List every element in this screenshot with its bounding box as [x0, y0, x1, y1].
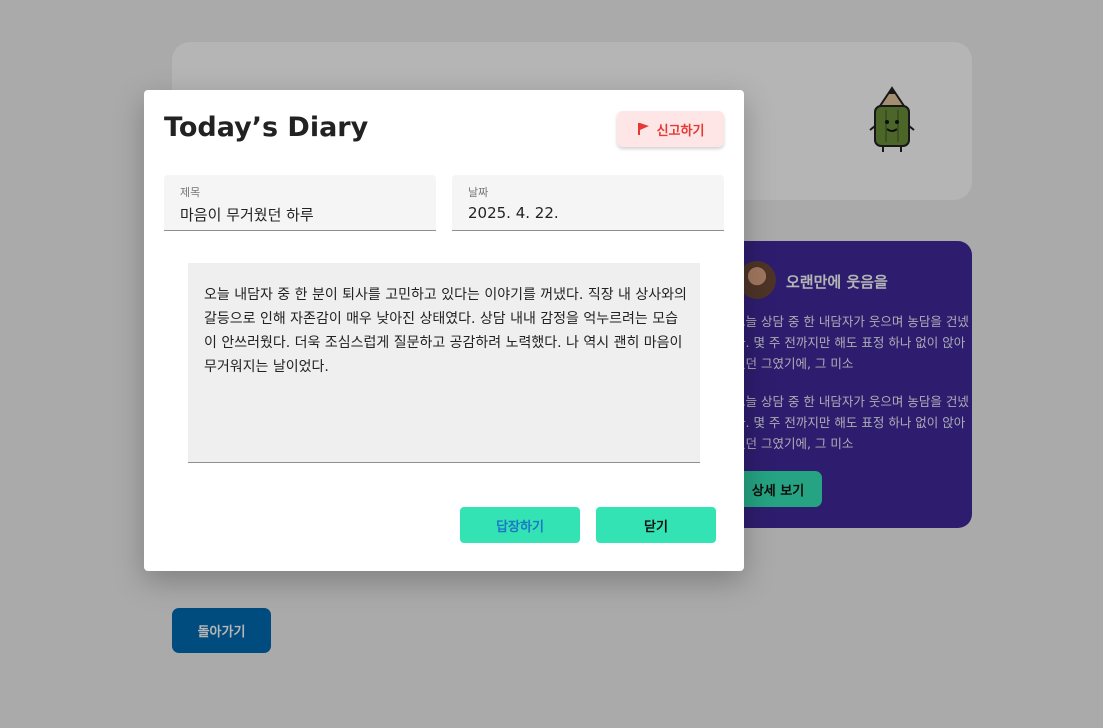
diary-content-text: 오늘 내담자 중 한 분이 퇴사를 고민하고 있다는 이야기를 꺼냈다. 직장 … — [204, 287, 687, 375]
title-field[interactable]: 제목 마음이 무거웠던 하루 — [164, 175, 436, 231]
date-field-value: 2025. 4. 22. — [468, 204, 559, 222]
date-field-label: 날짜 — [468, 186, 489, 199]
modal-title: Today’s Diary — [164, 112, 369, 143]
diary-modal: Today’s Diary 신고하기 제목 마음이 무거웠던 하루 날짜 202… — [144, 90, 744, 571]
flag-icon — [637, 122, 651, 136]
close-button[interactable]: 닫기 — [596, 507, 716, 543]
diary-content-field[interactable]: 오늘 내담자 중 한 분이 퇴사를 고민하고 있다는 이야기를 꺼냈다. 직장 … — [188, 263, 700, 463]
title-field-value: 마음이 무거웠던 하루 — [180, 206, 314, 224]
reply-button[interactable]: 답장하기 — [460, 507, 580, 543]
date-field[interactable]: 날짜 2025. 4. 22. — [452, 175, 724, 231]
report-label: 신고하기 — [656, 123, 705, 139]
title-field-label: 제목 — [180, 186, 201, 199]
report-button[interactable]: 신고하기 — [617, 111, 724, 147]
